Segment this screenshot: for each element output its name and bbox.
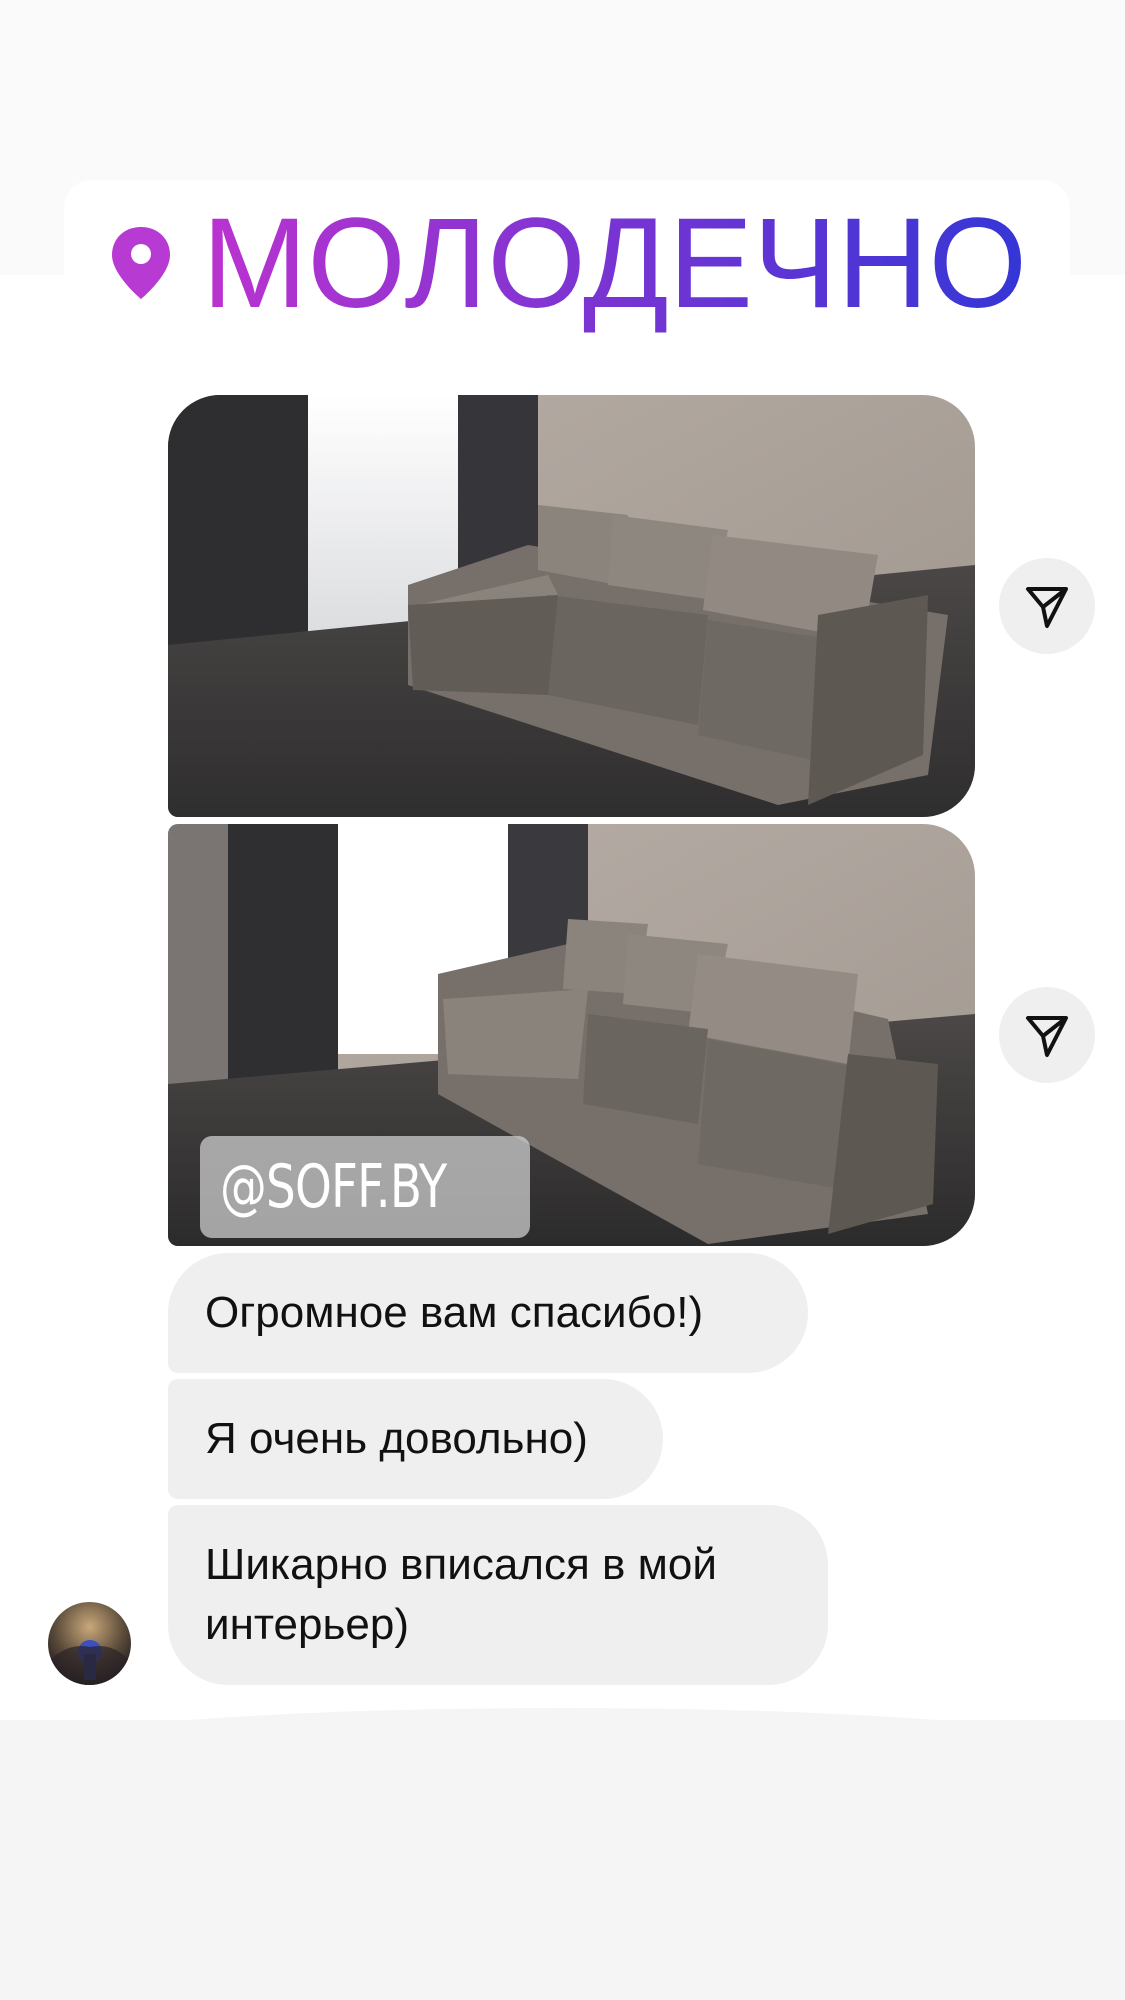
message-text: Шикарно вписался в мой интерьер) (205, 1540, 717, 1649)
user-avatar[interactable] (48, 1602, 131, 1685)
paper-plane-icon (1026, 1016, 1068, 1057)
share-button[interactable] (999, 987, 1095, 1083)
location-name: МОЛОДЕЧНО (196, 195, 1046, 335)
paper-plane-icon (1026, 587, 1068, 628)
watermark-sticker: @SOFF.BY (200, 1136, 531, 1238)
watermark-text: @SOFF.BY (220, 1152, 447, 1222)
location-pin-icon (110, 225, 172, 301)
photo-message[interactable] (168, 395, 975, 817)
message-text: Огромное вам спасибо!) (205, 1288, 704, 1337)
message-bubble[interactable]: Я очень довольно) (168, 1379, 663, 1499)
sofa-photo (168, 395, 975, 817)
photo-message[interactable]: @SOFF.BY (168, 824, 975, 1246)
message-text: Я очень довольно) (205, 1414, 588, 1463)
location-name-text: МОЛОДЕЧНО (202, 195, 1027, 335)
message-bubble[interactable]: Огромное вам спасибо!) (168, 1253, 808, 1373)
message-bubble[interactable]: Шикарно вписался в мой интерьер) (168, 1505, 828, 1685)
share-button[interactable] (999, 558, 1095, 654)
bottom-panel (0, 1720, 1125, 2000)
